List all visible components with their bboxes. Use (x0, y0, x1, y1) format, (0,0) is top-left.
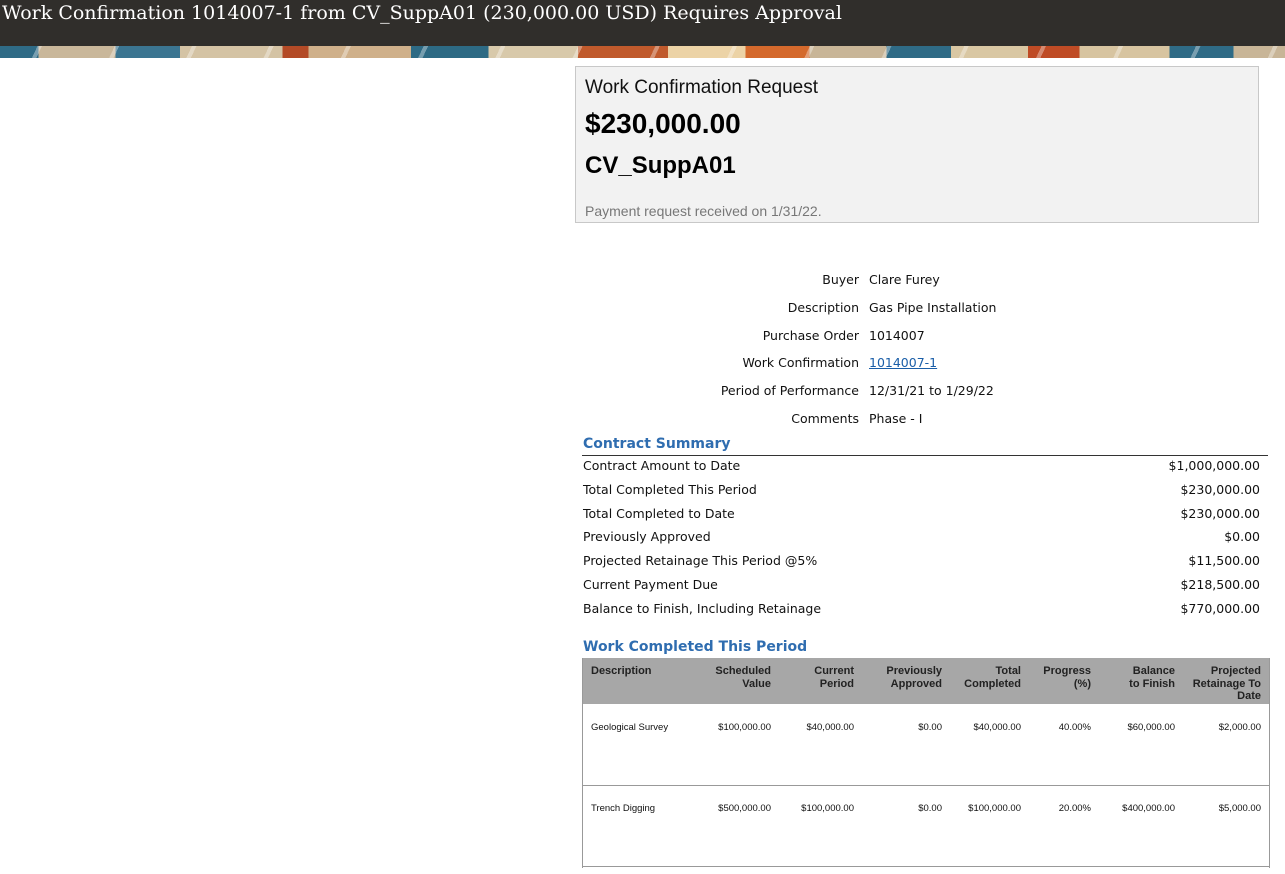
detail-row-period-of-performance: Period of Performance 12/31/21 to 1/29/2… (583, 383, 1283, 411)
detail-row-description: Description Gas Pipe Installation (583, 300, 1283, 328)
summary-row: Balance to Finish, Including Retainage $… (583, 600, 1260, 624)
header-line: Period (819, 677, 854, 690)
detail-fields: Buyer Clare Furey Description Gas Pipe I… (583, 272, 1283, 439)
summary-value: $230,000.00 (1180, 481, 1260, 497)
summary-label: Current Payment Due (583, 576, 718, 592)
column-header-description: Description (591, 665, 652, 678)
work-completed-table: Description Scheduled Value Current Peri… (582, 658, 1270, 868)
work-confirmation-link[interactable]: 1014007-1 (869, 355, 937, 370)
work-completed-title: Work Completed This Period (583, 639, 808, 655)
page-title: Work Confirmation 1014007-1 from CV_Supp… (2, 2, 842, 24)
section-divider (582, 455, 1268, 456)
column-header-balance-to-finish: Balance to Finish (1129, 665, 1175, 690)
summary-row: Previously Approved $0.00 (583, 528, 1260, 552)
summary-value: $770,000.00 (1180, 600, 1260, 616)
decorative-banner (0, 46, 1285, 58)
column-header-progress: Progress (%) (1043, 665, 1091, 690)
summary-value: $218,500.00 (1180, 576, 1260, 592)
detail-value: Gas Pipe Installation (869, 299, 997, 315)
header-line: to Finish (1129, 677, 1175, 690)
summary-row: Contract Amount to Date $1,000,000.00 (583, 457, 1260, 481)
header-line: Progress (1043, 665, 1091, 677)
summary-value: $0.00 (1224, 529, 1260, 545)
detail-label: Purchase Order (762, 327, 859, 343)
cell-projected-retainage: $5,000.00 (1218, 803, 1261, 814)
detail-label: Comments (791, 410, 859, 426)
summary-value: $11,500.00 (1188, 553, 1260, 569)
summary-label: Projected Retainage This Period @5% (583, 553, 818, 569)
detail-row-comments: Comments Phase - I (583, 411, 1283, 439)
summary-row: Total Completed This Period $230,000.00 (583, 481, 1260, 505)
table-row: Geological Survey $100,000.00 $40,000.00… (583, 704, 1269, 786)
column-header-scheduled-value: Scheduled Value (715, 665, 771, 690)
received-date-text: Payment request received on 1/31/22. (585, 203, 822, 219)
request-heading: Work Confirmation Request (585, 77, 819, 98)
header-line: (%) (1073, 677, 1091, 690)
cell-scheduled-value: $100,000.00 (718, 722, 771, 733)
header-line: Scheduled (715, 665, 771, 677)
summary-value: $1,000,000.00 (1168, 458, 1260, 473)
cell-scheduled-value: $500,000.00 (718, 803, 771, 814)
header-line: Description (591, 665, 652, 677)
contract-summary-title: Contract Summary (583, 436, 731, 452)
cell-description: Trench Digging (591, 803, 656, 814)
header-line: Date (1237, 690, 1261, 702)
cell-current-period: $40,000.00 (806, 722, 854, 733)
header-line: Approved (890, 677, 942, 690)
detail-row-work-confirmation: Work Confirmation 1014007-1 (583, 355, 1283, 383)
detail-value: 12/31/21 to 1/29/22 (869, 383, 994, 399)
header-line: Retainage To (1192, 677, 1261, 690)
detail-label: Work Confirmation (742, 355, 860, 371)
column-header-current-period: Current Period (814, 665, 854, 690)
column-header-projected-retainage: Projected Retainage To Date (1193, 665, 1261, 703)
summary-row: Total Completed to Date $230,000.00 (583, 505, 1260, 529)
cell-balance-to-finish: $60,000.00 (1127, 722, 1175, 733)
supplier-name: CV_SuppA01 (585, 152, 736, 179)
header-line: Completed (964, 677, 1021, 690)
header-line: Projected (1210, 665, 1261, 677)
header-line: Balance (1132, 665, 1175, 677)
column-header-total-completed: Total Completed (964, 665, 1021, 690)
cell-previously-approved: $0.00 (918, 722, 942, 733)
summary-label: Balance to Finish, Including Retainage (583, 600, 822, 616)
cell-previously-approved: $0.00 (918, 803, 942, 814)
summary-label: Previously Approved (583, 529, 711, 545)
cell-total-completed: $40,000.00 (973, 722, 1021, 733)
request-amount: $230,000.00 (585, 108, 741, 139)
table-header: Description Scheduled Value Current Peri… (583, 658, 1269, 704)
contract-summary-table: Contract Amount to Date $1,000,000.00 To… (583, 457, 1260, 624)
detail-label: Description (787, 299, 859, 315)
header-line: Current (814, 665, 854, 677)
summary-label: Total Completed This Period (583, 481, 757, 497)
detail-value: Phase - I (869, 410, 923, 426)
summary-label: Contract Amount to Date (583, 458, 741, 473)
detail-label: Buyer (822, 272, 859, 287)
cell-progress: 20.00% (1058, 803, 1091, 814)
cell-current-period: $100,000.00 (801, 803, 854, 814)
summary-label: Total Completed to Date (583, 505, 735, 521)
detail-label: Period of Performance (720, 383, 859, 399)
detail-value: Clare Furey (869, 272, 940, 287)
cell-total-completed: $100,000.00 (968, 803, 1021, 814)
cell-balance-to-finish: $400,000.00 (1122, 803, 1175, 814)
summary-row: Projected Retainage This Period @5% $11,… (583, 552, 1260, 576)
cell-projected-retainage: $2,000.00 (1218, 722, 1261, 733)
cell-description: Geological Survey (591, 722, 669, 733)
detail-row-purchase-order: Purchase Order 1014007 (583, 328, 1283, 356)
title-bar: Work Confirmation 1014007-1 from CV_Supp… (0, 0, 1285, 46)
detail-row-buyer: Buyer Clare Furey (583, 272, 1283, 300)
cell-progress: 40.00% (1058, 722, 1091, 733)
header-line: Total (995, 665, 1021, 677)
header-line: Previously (886, 665, 942, 677)
detail-value: 1014007 (869, 327, 925, 343)
header-line: Value (742, 677, 771, 690)
request-summary-box: Work Confirmation Request $230,000.00 CV… (575, 66, 1259, 223)
table-row: Trench Digging $500,000.00 $100,000.00 $… (583, 785, 1269, 867)
summary-value: $230,000.00 (1180, 505, 1260, 521)
column-header-previously-approved: Previously Approved (886, 665, 942, 690)
summary-row: Current Payment Due $218,500.00 (583, 576, 1260, 600)
